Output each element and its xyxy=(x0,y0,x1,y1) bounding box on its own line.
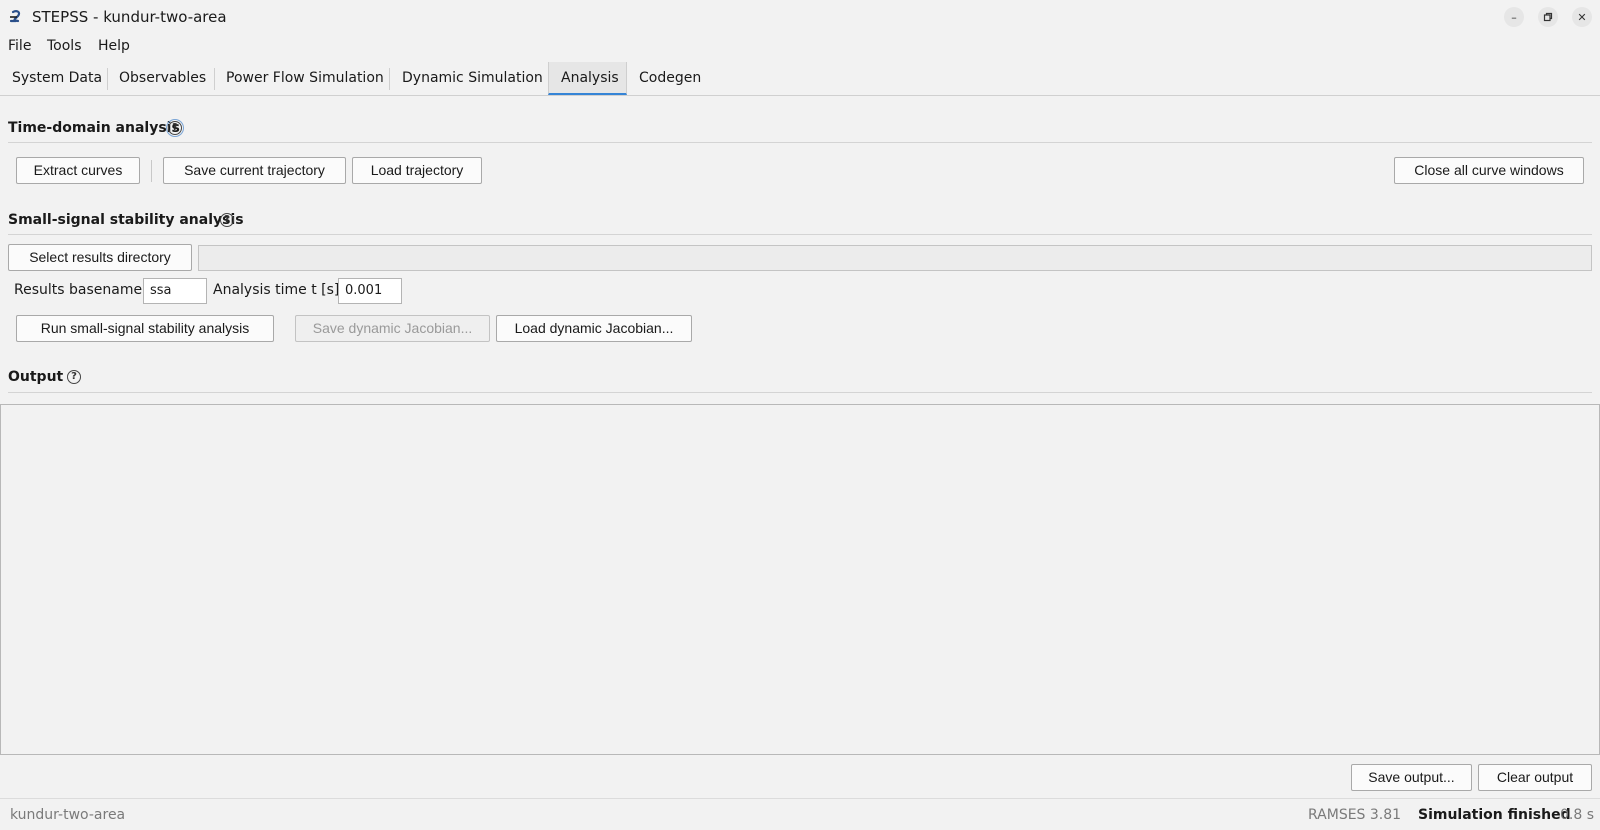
analysis-time-input[interactable]: 0.001 xyxy=(338,278,402,304)
results-basename-label: Results basename xyxy=(14,282,143,298)
output-section-title: Output xyxy=(8,369,64,385)
time-domain-section-title: Time-domain analysis xyxy=(8,120,180,136)
save-jacobian-button: Save dynamic Jacobian... xyxy=(295,315,490,342)
tab-bar: System Data Observables Power Flow Simul… xyxy=(0,62,1600,96)
minimize-icon[interactable]: – xyxy=(1504,7,1524,27)
status-state: Simulation finished xyxy=(1418,807,1571,823)
close-icon[interactable]: ✕ xyxy=(1572,7,1592,27)
section-divider xyxy=(8,142,1592,143)
analysis-time-label: Analysis time t [s] xyxy=(213,282,340,298)
close-all-curve-windows-button[interactable]: Close all curve windows xyxy=(1394,157,1584,184)
app-logo-icon xyxy=(9,10,21,23)
tab-dynamic-simulation[interactable]: Dynamic Simulation xyxy=(390,62,555,95)
menu-tools[interactable]: Tools xyxy=(47,38,82,54)
menu-file[interactable]: File xyxy=(8,38,31,54)
help-circle-icon[interactable]: ? xyxy=(166,119,184,137)
restore-icon[interactable] xyxy=(1538,7,1558,27)
tab-analysis[interactable]: Analysis xyxy=(548,62,627,95)
help-circle-icon[interactable]: ? xyxy=(220,213,234,227)
window-title: STEPSS - kundur-two-area xyxy=(32,8,227,26)
section-divider xyxy=(8,234,1592,235)
toolbar-separator xyxy=(151,160,152,182)
status-elapsed-time: 0.8 s xyxy=(1560,807,1595,823)
status-version: RAMSES 3.81 xyxy=(1308,807,1402,823)
status-project-name: kundur-two-area xyxy=(10,807,126,823)
ssa-section-title: Small-signal stability analysis xyxy=(8,212,244,228)
results-basename-input[interactable]: ssa xyxy=(143,278,207,304)
results-directory-field[interactable] xyxy=(198,245,1592,271)
save-trajectory-button[interactable]: Save current trajectory xyxy=(163,157,346,184)
tab-observables[interactable]: Observables xyxy=(107,62,218,95)
extract-curves-button[interactable]: Extract curves xyxy=(16,157,140,184)
title-bar: STEPSS - kundur-two-area – ✕ xyxy=(0,0,1600,34)
help-circle-icon[interactable]: ? xyxy=(67,370,81,384)
save-output-button[interactable]: Save output... xyxy=(1351,764,1472,791)
clear-output-button[interactable]: Clear output xyxy=(1478,764,1592,791)
status-bar: kundur-two-area RAMSES 3.81 Simulation f… xyxy=(0,798,1600,830)
run-ssa-button[interactable]: Run small-signal stability analysis xyxy=(16,315,274,342)
load-trajectory-button[interactable]: Load trajectory xyxy=(352,157,482,184)
select-results-directory-button[interactable]: Select results directory xyxy=(8,244,192,271)
tab-codegen[interactable]: Codegen xyxy=(627,62,713,95)
output-text-area[interactable] xyxy=(0,404,1600,755)
menu-help[interactable]: Help xyxy=(98,38,130,54)
tab-power-flow-simulation[interactable]: Power Flow Simulation xyxy=(214,62,396,95)
load-jacobian-button[interactable]: Load dynamic Jacobian... xyxy=(496,315,692,342)
section-divider xyxy=(8,392,1592,393)
tab-system-data[interactable]: System Data xyxy=(0,62,114,95)
